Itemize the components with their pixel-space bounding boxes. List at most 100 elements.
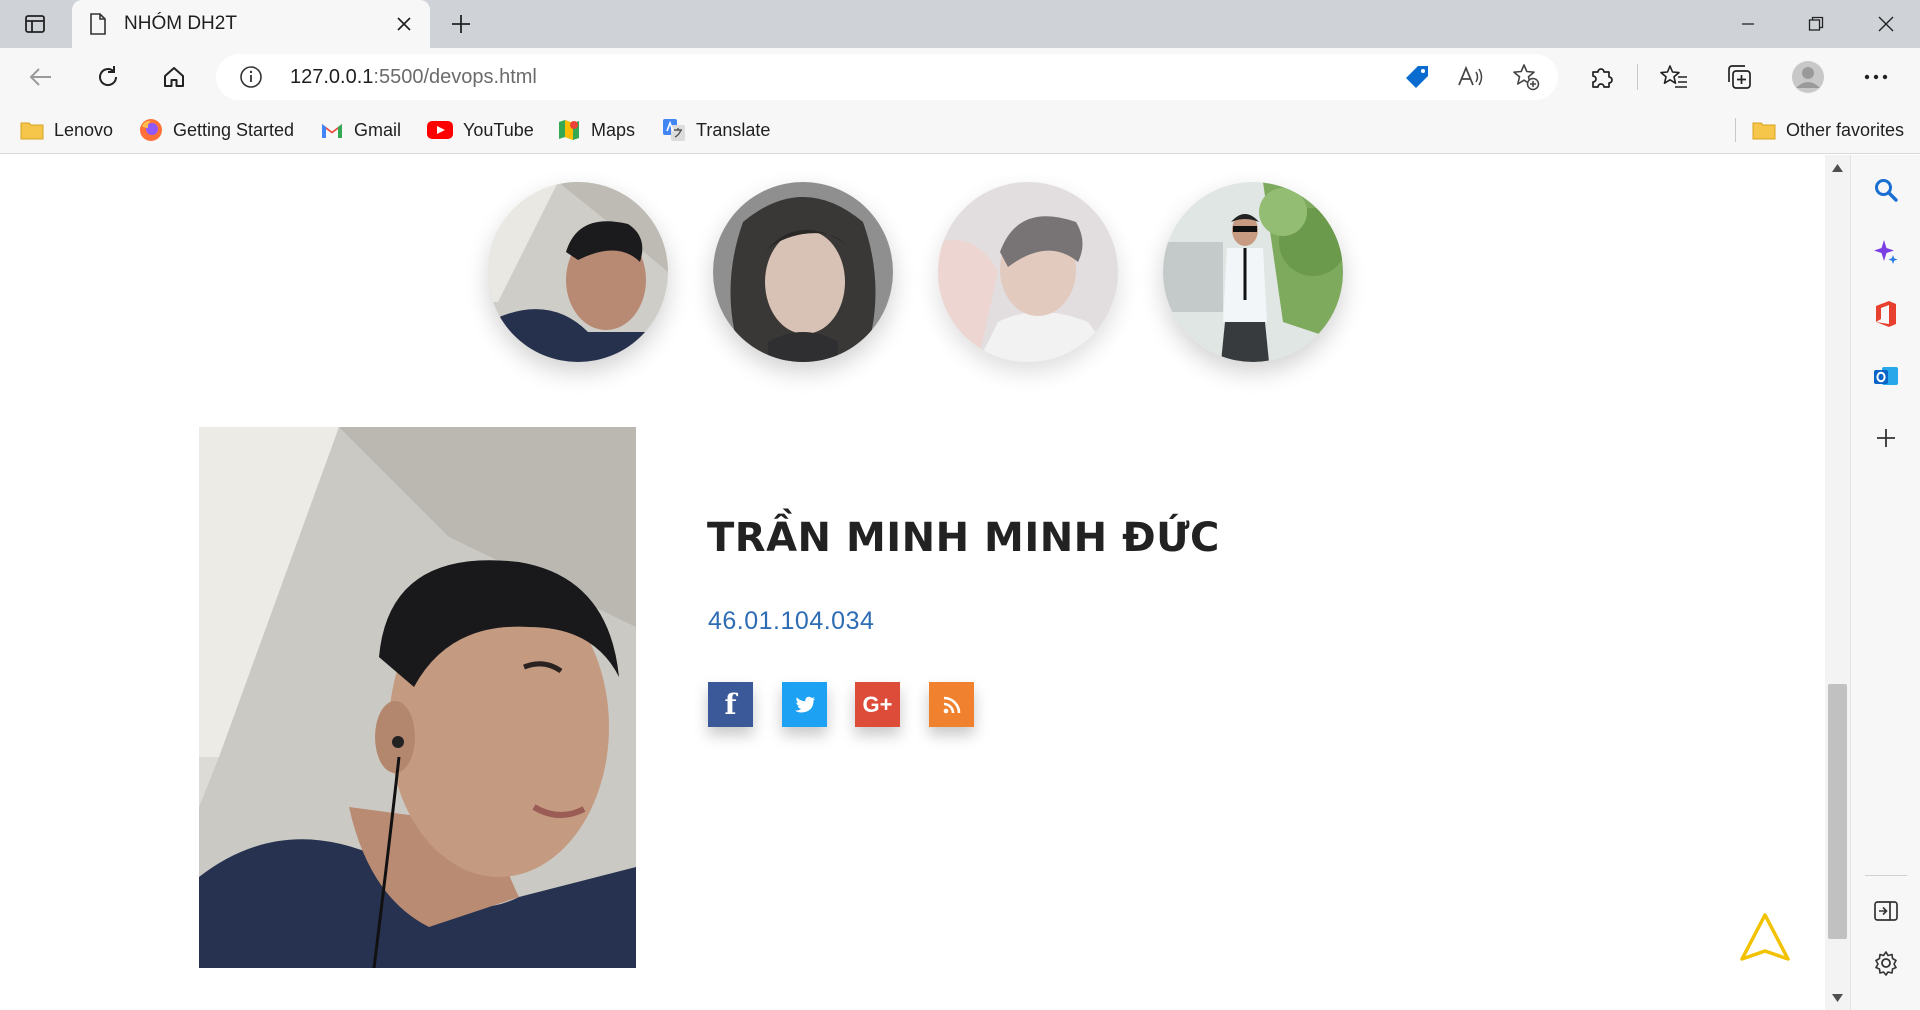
page-icon: [90, 13, 106, 35]
sidebar-office-button[interactable]: [1868, 296, 1904, 332]
favorite-getting-started[interactable]: Getting Started: [139, 114, 294, 146]
minimize-button[interactable]: [1714, 0, 1782, 48]
favorite-label: Maps: [591, 119, 636, 140]
scroll-up-arrow[interactable]: [1831, 161, 1844, 174]
tab-actions-icon: [25, 15, 45, 33]
back-button[interactable]: [22, 59, 60, 95]
sidebar-outlook-button[interactable]: [1868, 358, 1904, 394]
folder-icon: [1752, 122, 1776, 140]
facebook-icon: f: [724, 688, 737, 721]
tab-actions-button[interactable]: [14, 9, 56, 39]
favorites-separator: [1735, 118, 1736, 142]
browser-toolbar: 127.0.0.1:5500/devops.html: [0, 48, 1920, 106]
sidebar-hide-button[interactable]: [1868, 893, 1904, 929]
other-favorites-folder[interactable]: Other favorites: [1752, 114, 1904, 146]
close-icon: [1878, 16, 1894, 32]
team-member-avatar-3[interactable]: [938, 182, 1118, 362]
favorite-maps[interactable]: Maps: [557, 114, 635, 146]
back-to-top-button[interactable]: [1738, 911, 1792, 965]
member-photo: [488, 182, 668, 362]
member-photo: [938, 182, 1118, 362]
twitter-button[interactable]: [782, 682, 827, 727]
scroll-down-arrow[interactable]: [1831, 991, 1844, 1004]
plus-icon: [1877, 429, 1895, 447]
favorite-label: Translate: [696, 119, 771, 140]
hide-sidebar-icon: [1874, 901, 1898, 921]
site-info-button[interactable]: [238, 64, 264, 90]
navigation-arrow-icon: [1740, 913, 1790, 961]
office-icon: [1876, 301, 1896, 327]
folder-icon: [20, 122, 44, 140]
member-student-id: 46.01.104.034: [708, 607, 875, 635]
extensions-button[interactable]: [1583, 59, 1621, 95]
collections-icon: [1728, 65, 1751, 89]
home-button[interactable]: [155, 59, 193, 95]
translate-icon: [663, 119, 685, 141]
firefox-icon: [140, 119, 162, 141]
gmail-icon: [322, 124, 342, 138]
url-text[interactable]: 127.0.0.1:5500/devops.html: [290, 66, 537, 89]
restore-icon: [1808, 16, 1824, 31]
facebook-button[interactable]: f: [708, 682, 753, 727]
sidebar-search-button[interactable]: [1868, 172, 1904, 208]
google-plus-button[interactable]: G+: [855, 682, 900, 727]
other-favorites-label: Other favorites: [1786, 119, 1905, 140]
favorites-bar: Lenovo Getting Started Gmail YouTube Map…: [0, 106, 1920, 154]
info-icon: [240, 66, 262, 88]
new-tab-button[interactable]: [444, 9, 478, 39]
address-bar[interactable]: 127.0.0.1:5500/devops.html: [216, 54, 1558, 100]
member-photo: [1163, 182, 1343, 362]
collections-button[interactable]: [1720, 59, 1758, 95]
arrow-down-icon: [1832, 993, 1843, 1002]
team-member-avatar-1[interactable]: [488, 182, 668, 362]
plus-icon: [452, 15, 470, 33]
member-name: TRẦN MINH MINH ĐỨC: [707, 515, 1220, 561]
arrow-up-icon: [1832, 163, 1843, 172]
favorite-label: Lenovo: [54, 119, 114, 140]
page-scrollbar[interactable]: [1825, 155, 1850, 1010]
team-member-avatar-2[interactable]: [713, 182, 893, 362]
twitter-icon: [794, 696, 815, 713]
favorites-button[interactable]: [1655, 59, 1693, 95]
profile-button[interactable]: [1789, 59, 1827, 95]
gear-icon: [1875, 951, 1897, 976]
search-icon: [1875, 179, 1898, 202]
team-member-avatar-4[interactable]: [1163, 182, 1343, 362]
rss-button[interactable]: [929, 682, 974, 727]
member-photo-large: [199, 427, 636, 968]
favorite-translate[interactable]: Translate: [662, 114, 770, 146]
price-tag-icon: [1406, 66, 1428, 88]
favorite-youtube[interactable]: YouTube: [427, 114, 534, 146]
restore-button[interactable]: [1782, 0, 1850, 48]
puzzle-icon: [1592, 68, 1613, 88]
add-favorite-button[interactable]: [1511, 62, 1541, 92]
youtube-icon: [427, 121, 453, 139]
favorite-gmail[interactable]: Gmail: [320, 114, 401, 146]
read-aloud-button[interactable]: [1456, 62, 1486, 92]
url-path: :5500/devops.html: [373, 66, 537, 88]
outlook-icon: [1874, 367, 1898, 385]
favorite-label: YouTube: [463, 119, 534, 140]
sidebar-settings-button[interactable]: [1868, 945, 1904, 981]
scroll-thumb[interactable]: [1828, 684, 1847, 939]
settings-menu-button[interactable]: [1857, 59, 1895, 95]
shopping-button[interactable]: [1402, 62, 1432, 92]
refresh-button[interactable]: [89, 59, 127, 95]
favorite-label: Getting Started: [173, 119, 295, 140]
refresh-icon: [99, 66, 118, 86]
favorite-label: Gmail: [354, 119, 402, 140]
url-host: 127.0.0.1: [290, 66, 374, 88]
sidebar-separator: [1865, 875, 1907, 876]
active-tab[interactable]: NHÓM DH2T: [72, 0, 430, 48]
minimize-icon: [1742, 23, 1754, 25]
page-viewport: TRẦN MINH MINH ĐỨC 46.01.104.034 f G+: [0, 155, 1850, 1010]
tab-close-button[interactable]: [392, 12, 416, 36]
sidebar-discover-button[interactable]: [1868, 234, 1904, 270]
sparkle-icon: [1874, 240, 1898, 264]
favorite-lenovo[interactable]: Lenovo: [20, 114, 113, 146]
rss-icon: [943, 696, 960, 713]
member-portrait: [199, 427, 636, 968]
window-close-button[interactable]: [1852, 0, 1920, 48]
sidebar-add-button[interactable]: [1868, 420, 1904, 456]
read-aloud-icon: [1458, 65, 1483, 86]
